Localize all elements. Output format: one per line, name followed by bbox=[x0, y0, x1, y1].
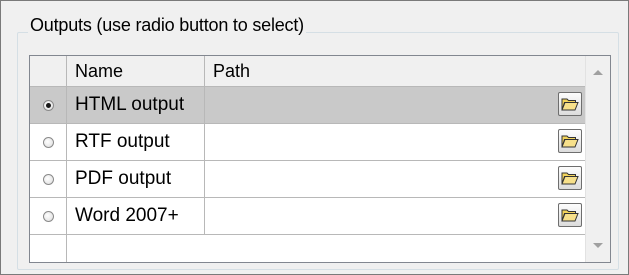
output-path-cell[interactable] bbox=[205, 198, 585, 234]
radio-cell[interactable] bbox=[30, 124, 67, 160]
folder-open-icon bbox=[561, 135, 579, 148]
header-name-column[interactable]: Name bbox=[67, 56, 205, 86]
output-path-cell[interactable] bbox=[205, 124, 585, 160]
output-name-cell: Word 2007+ bbox=[67, 198, 205, 234]
output-path-cell[interactable] bbox=[205, 87, 585, 123]
header-radio-column bbox=[30, 56, 67, 86]
output-name-cell: HTML output bbox=[67, 87, 205, 123]
browse-folder-button[interactable] bbox=[558, 166, 582, 190]
header-path-column[interactable]: Path bbox=[205, 56, 585, 86]
html-output-radio[interactable] bbox=[42, 99, 54, 111]
radio-cell[interactable] bbox=[30, 161, 67, 197]
output-path-cell[interactable] bbox=[205, 161, 585, 197]
radio-column-divider bbox=[66, 235, 67, 262]
browse-folder-button[interactable] bbox=[558, 92, 582, 116]
folder-open-icon bbox=[561, 172, 579, 185]
output-row-word[interactable]: Word 2007+ bbox=[30, 198, 585, 235]
browse-folder-button[interactable] bbox=[558, 129, 582, 153]
grid-header-row: Name Path bbox=[30, 56, 585, 87]
output-row-rtf[interactable]: RTF output bbox=[30, 124, 585, 161]
scroll-up-arrow-icon[interactable] bbox=[593, 70, 603, 75]
outputs-grid: Name Path HTML output RTF output PDF out… bbox=[29, 55, 611, 263]
output-row-pdf[interactable]: PDF output bbox=[30, 161, 585, 198]
output-row-html[interactable]: HTML output bbox=[30, 87, 585, 124]
word-output-radio[interactable] bbox=[42, 210, 54, 222]
folder-open-icon bbox=[561, 209, 579, 222]
outputs-group-title: Outputs (use radio button to select) bbox=[28, 14, 306, 36]
output-name-cell: PDF output bbox=[67, 161, 205, 197]
folder-open-icon bbox=[561, 98, 579, 111]
browse-folder-button[interactable] bbox=[558, 203, 582, 227]
radio-cell[interactable] bbox=[30, 198, 67, 234]
output-name-cell: RTF output bbox=[67, 124, 205, 160]
scroll-down-arrow-icon[interactable] bbox=[593, 243, 603, 248]
rtf-output-radio[interactable] bbox=[42, 136, 54, 148]
radio-cell[interactable] bbox=[30, 87, 67, 123]
pdf-output-radio[interactable] bbox=[42, 173, 54, 185]
vertical-scrollbar[interactable] bbox=[585, 56, 610, 262]
